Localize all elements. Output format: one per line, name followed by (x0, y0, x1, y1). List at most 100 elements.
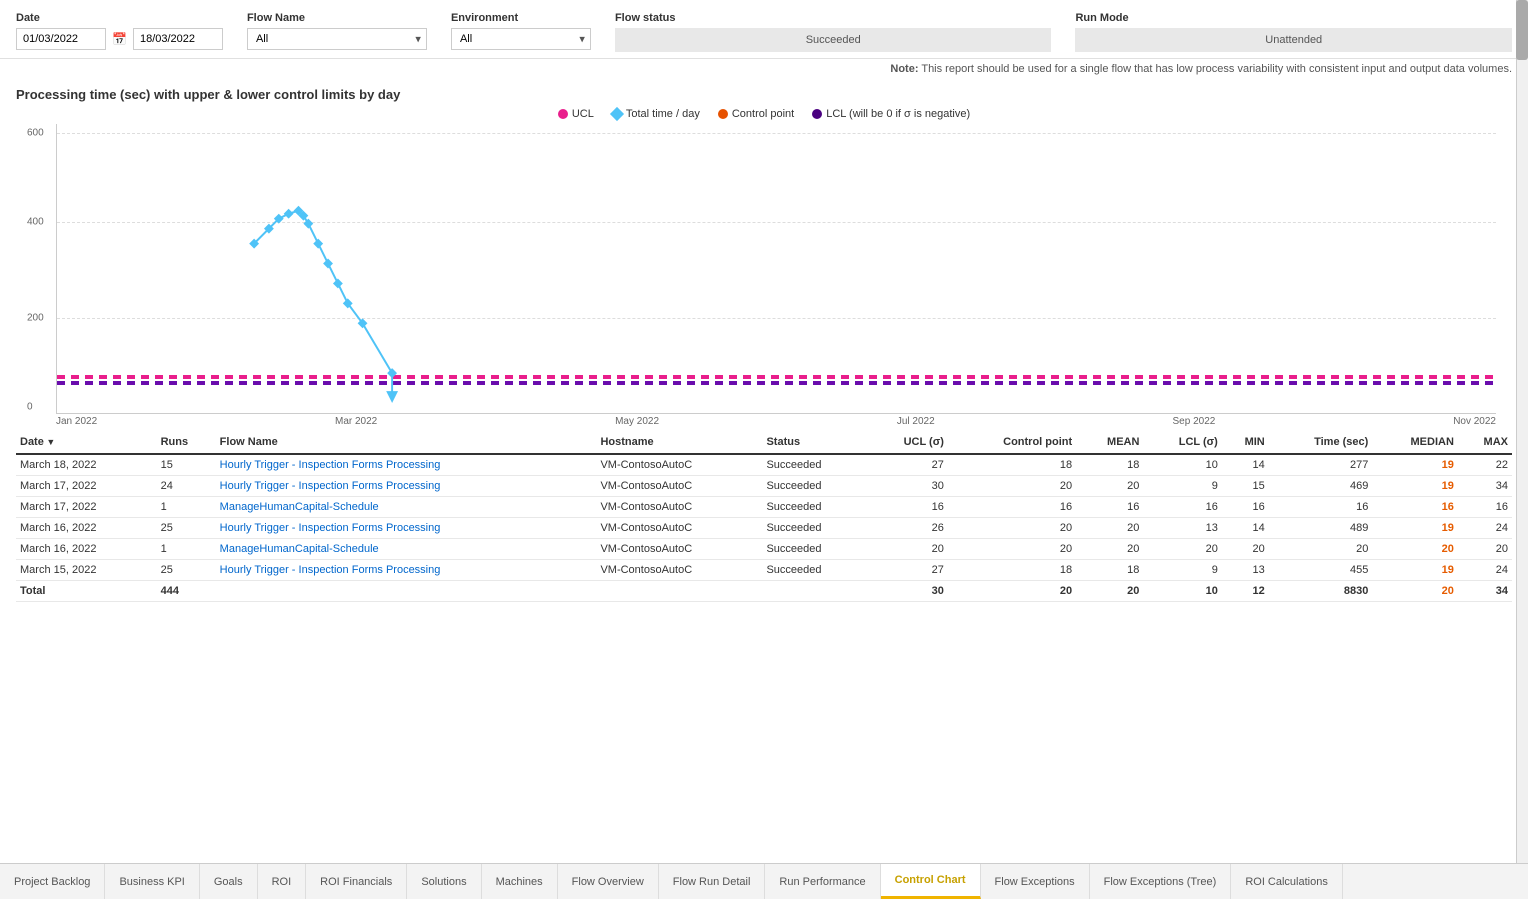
legend-control-point-label: Control point (732, 108, 794, 120)
tab-flow-exceptions-tree[interactable]: Flow Exceptions (Tree) (1090, 864, 1232, 899)
cell-status: Succeeded (762, 560, 867, 581)
data-diamond-8 (313, 239, 323, 249)
environment-dropdown[interactable]: All (451, 28, 591, 50)
table-row: March 17, 2022 1 ManageHumanCapital-Sche… (16, 497, 1512, 518)
col-max: MAX (1458, 431, 1512, 454)
run-mode-filter-group: Run Mode Unattended (1075, 12, 1512, 52)
table-body: March 18, 2022 15 Hourly Trigger - Inspe… (16, 454, 1512, 602)
total-ucl: 30 (867, 581, 947, 602)
legend-ucl-label: UCL (572, 108, 594, 120)
x-label-nov: Nov 2022 (1453, 416, 1496, 427)
total-hostname (596, 581, 762, 602)
cell-ucl: 16 (867, 497, 947, 518)
chart-svg (57, 124, 1496, 413)
table-header: Date Runs Flow Name Hostname Status UCL … (16, 431, 1512, 454)
cell-median: 19 (1372, 560, 1458, 581)
date-to-input[interactable] (133, 28, 223, 50)
table-row: March 17, 2022 24 Hourly Trigger - Inspe… (16, 476, 1512, 497)
cell-status: Succeeded (762, 539, 867, 560)
cell-lcl: 9 (1143, 476, 1221, 497)
legend-lcl: LCL (will be 0 if σ is negative) (812, 108, 970, 120)
tab-roi-financials[interactable]: ROI Financials (306, 864, 407, 899)
cell-ucl: 20 (867, 539, 947, 560)
environment-filter-label: Environment (451, 12, 591, 24)
cell-lcl: 20 (1143, 539, 1221, 560)
tab-flow-overview[interactable]: Flow Overview (558, 864, 659, 899)
tab-flow-exceptions[interactable]: Flow Exceptions (981, 864, 1090, 899)
flow-status-button[interactable]: Succeeded (615, 28, 1052, 52)
col-median: MEDIAN (1372, 431, 1458, 454)
cell-status: Succeeded (762, 518, 867, 539)
x-label-sep: Sep 2022 (1173, 416, 1216, 427)
scrollbar-thumb[interactable] (1516, 0, 1528, 60)
col-hostname: Hostname (596, 431, 762, 454)
cell-date: March 15, 2022 (16, 560, 157, 581)
total-status (762, 581, 867, 602)
cell-min: 13 (1222, 560, 1269, 581)
control-point-dot (718, 109, 728, 119)
total-max: 34 (1458, 581, 1512, 602)
tab-solutions[interactable]: Solutions (407, 864, 481, 899)
cell-lcl: 13 (1143, 518, 1221, 539)
tab-business-kpi[interactable]: Business KPI (105, 864, 199, 899)
x-label-may: May 2022 (615, 416, 659, 427)
chart-wrapper: 600 400 200 0 // Will be rendered inline (56, 124, 1496, 427)
cell-hostname: VM-ContosoAutoC (596, 518, 762, 539)
cell-runs: 1 (157, 539, 216, 560)
tab-goals[interactable]: Goals (200, 864, 258, 899)
cell-ucl: 26 (867, 518, 947, 539)
col-mean: MEAN (1076, 431, 1143, 454)
cell-flow-name: ManageHumanCapital-Schedule (216, 497, 597, 518)
col-date[interactable]: Date (16, 431, 157, 454)
scrollbar[interactable] (1516, 0, 1528, 863)
tab-roi-calculations[interactable]: ROI Calculations (1231, 864, 1343, 899)
note-label: Note: (890, 63, 918, 75)
cell-min: 15 (1222, 476, 1269, 497)
data-diamond-4 (284, 209, 294, 219)
header-row: Date Runs Flow Name Hostname Status UCL … (16, 431, 1512, 454)
cell-max: 16 (1458, 497, 1512, 518)
tab-run-performance[interactable]: Run Performance (765, 864, 880, 899)
flow-name-filter-label: Flow Name (247, 12, 427, 24)
col-ucl: UCL (σ) (867, 431, 947, 454)
legend-ucl: UCL (558, 108, 594, 120)
run-mode-button[interactable]: Unattended (1075, 28, 1512, 52)
flow-name-dropdown[interactable]: All (247, 28, 427, 50)
tab-control-chart[interactable]: Control Chart (881, 864, 981, 899)
total-lcl: 10 (1143, 581, 1221, 602)
cell-median: 20 (1372, 539, 1458, 560)
cell-flow-name: ManageHumanCapital-Schedule (216, 539, 597, 560)
flow-name-dropdown-wrap: All (247, 28, 427, 50)
total-runs: 444 (157, 581, 216, 602)
cell-max: 34 (1458, 476, 1512, 497)
tab-roi[interactable]: ROI (258, 864, 307, 899)
tab-flow-run-detail[interactable]: Flow Run Detail (659, 864, 766, 899)
flow-name-link[interactable]: ManageHumanCapital-Schedule (220, 543, 379, 555)
cell-ucl: 27 (867, 560, 947, 581)
date-filter-row: 📅 (16, 28, 223, 50)
environment-dropdown-wrap: All (451, 28, 591, 50)
flow-name-link[interactable]: ManageHumanCapital-Schedule (220, 501, 379, 513)
calendar-icon: 📅 (112, 32, 127, 46)
chart-area: 600 400 200 0 // Will be rendered inline (56, 124, 1496, 414)
table-row: March 18, 2022 15 Hourly Trigger - Inspe… (16, 454, 1512, 476)
cell-runs: 25 (157, 560, 216, 581)
flow-name-link[interactable]: Hourly Trigger - Inspection Forms Proces… (220, 480, 441, 492)
legend-control-point: Control point (718, 108, 794, 120)
tab-project-backlog[interactable]: Project Backlog (0, 864, 105, 899)
date-from-input[interactable] (16, 28, 106, 50)
tab-bar: Project BacklogBusiness KPIGoalsROIROI F… (0, 863, 1528, 899)
cell-status: Succeeded (762, 454, 867, 476)
col-runs: Runs (157, 431, 216, 454)
flow-name-filter-group: Flow Name All (247, 12, 427, 50)
flow-name-link[interactable]: Hourly Trigger - Inspection Forms Proces… (220, 459, 441, 471)
filter-bar: Date 📅 Flow Name All Environment All Flo… (0, 0, 1528, 59)
data-diamond-7 (303, 219, 313, 229)
flow-name-link[interactable]: Hourly Trigger - Inspection Forms Proces… (220, 564, 441, 576)
flow-status-filter-group: Flow status Succeeded (615, 12, 1052, 52)
tab-machines[interactable]: Machines (482, 864, 558, 899)
cell-time-sec: 16 (1269, 497, 1373, 518)
cell-hostname: VM-ContosoAutoC (596, 454, 762, 476)
data-table: Date Runs Flow Name Hostname Status UCL … (16, 431, 1512, 602)
flow-name-link[interactable]: Hourly Trigger - Inspection Forms Proces… (220, 522, 441, 534)
